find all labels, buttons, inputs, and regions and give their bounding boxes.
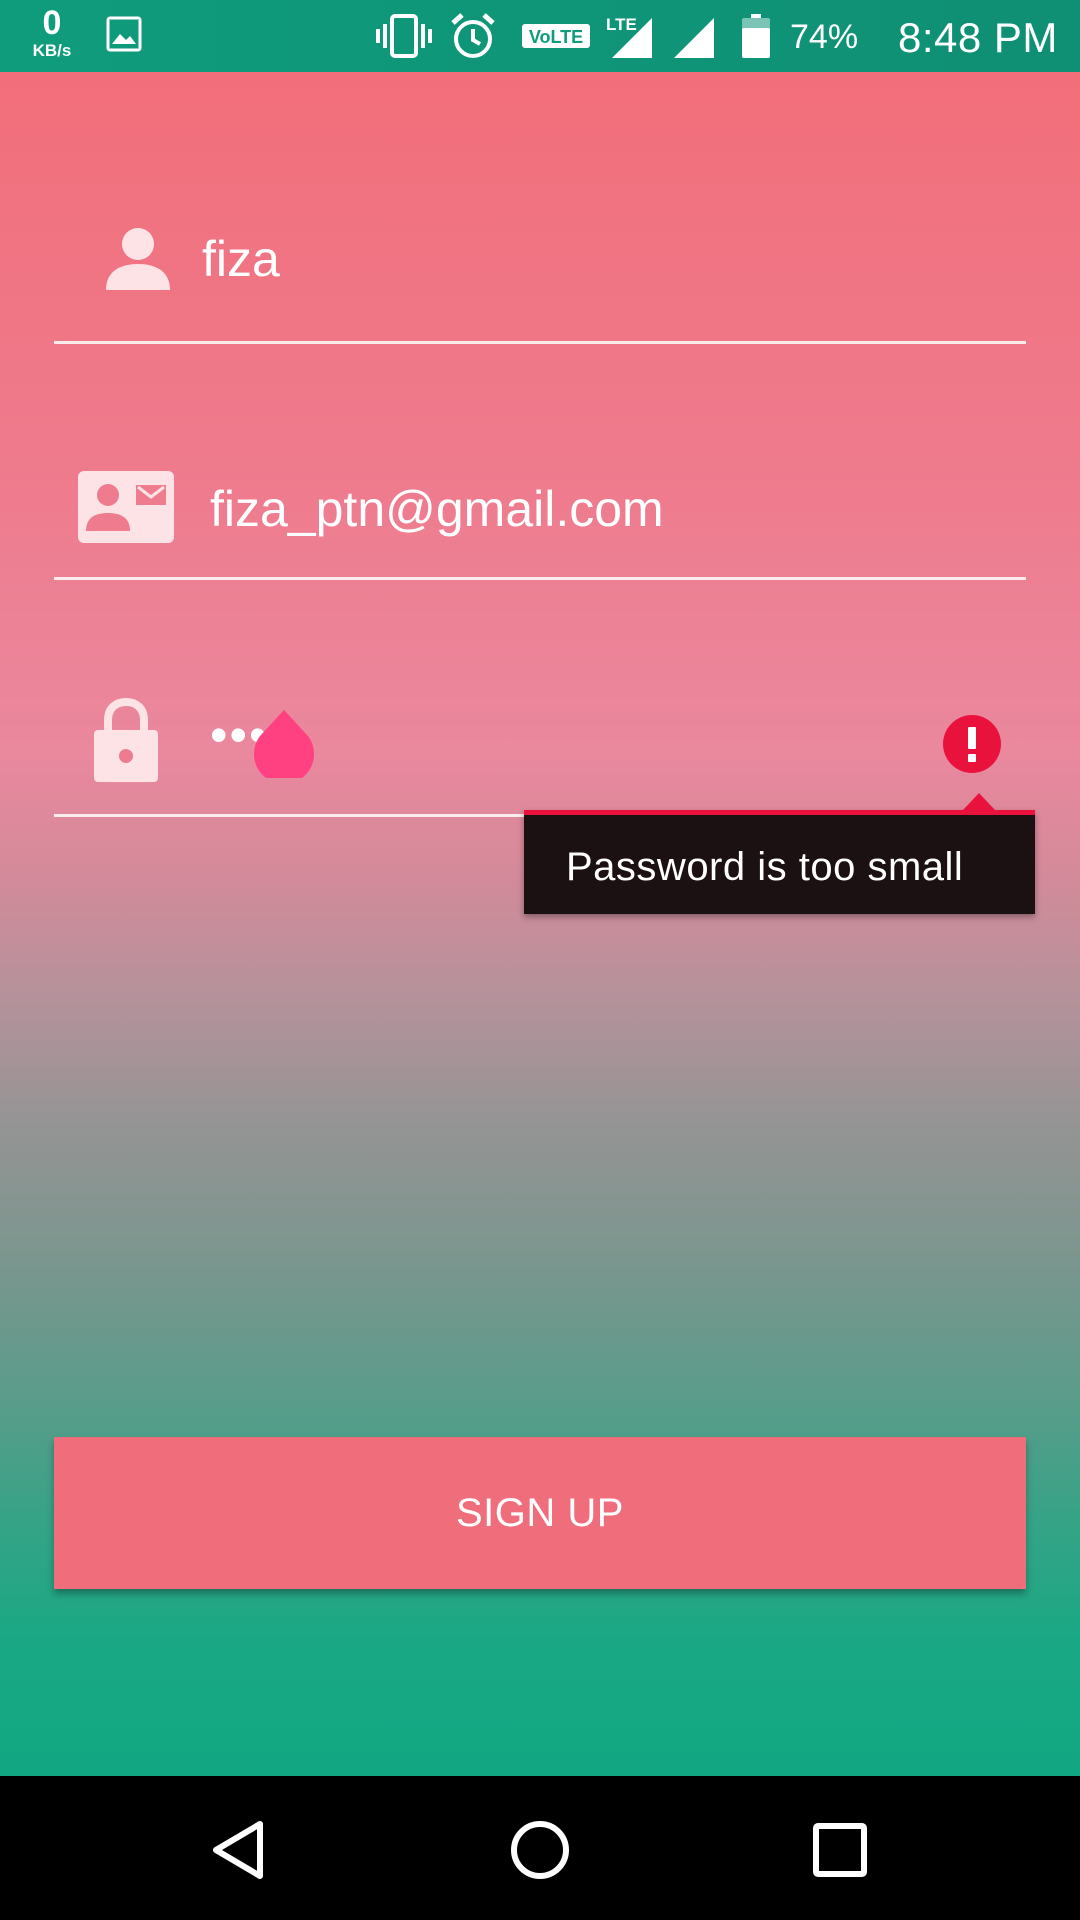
- nav-bar: [0, 1776, 1080, 1920]
- error-message: Password is too small: [566, 845, 964, 889]
- gallery-icon: [106, 16, 142, 57]
- error-popup-arrow: [963, 793, 995, 810]
- error-icon[interactable]: [942, 714, 1002, 779]
- clock: 8:48 PM: [898, 14, 1058, 61]
- svg-text:VoLTE: VoLTE: [529, 27, 583, 47]
- svg-text:LTE: LTE: [606, 15, 637, 34]
- net-speed-value: 0: [42, 4, 62, 42]
- recents-icon[interactable]: [800, 1810, 880, 1890]
- email-value[interactable]: fiza_ptn@gmail.com: [210, 480, 664, 538]
- lock-icon: [92, 697, 160, 789]
- error-popup: Password is too small: [524, 793, 1035, 914]
- screen: 0 KB/s VoLTE LTE 74% 8:48 PM fiza fiza_p…: [0, 0, 1080, 1920]
- contact-card-icon: [78, 471, 174, 548]
- password-underline: [54, 814, 526, 817]
- name-value[interactable]: fiza: [202, 230, 280, 288]
- battery-percent: 74%: [790, 18, 859, 56]
- email-underline: [54, 577, 1026, 580]
- person-icon: [104, 226, 172, 297]
- name-underline: [54, 341, 1026, 344]
- net-speed-indicator: 0 KB/s: [24, 6, 80, 59]
- text-cursor-handle[interactable]: [254, 708, 314, 784]
- net-speed-unit: KB/s: [32, 41, 72, 60]
- sign-up-button[interactable]: SIGN UP: [54, 1437, 1026, 1589]
- status-bar: 0 KB/s VoLTE LTE 74% 8:48 PM: [0, 0, 1080, 72]
- home-icon[interactable]: [500, 1810, 580, 1890]
- back-icon[interactable]: [200, 1810, 280, 1890]
